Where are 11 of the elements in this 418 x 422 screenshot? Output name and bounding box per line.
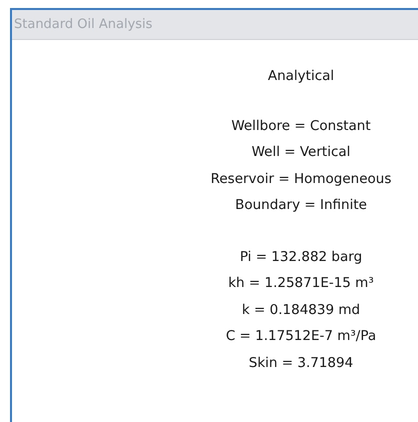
heading: Analytical — [268, 67, 334, 86]
result-line: Pi = 132.882 barg — [240, 248, 362, 266]
model-line: Well = Vertical — [252, 143, 350, 162]
window-title: Standard Oil Analysis — [14, 16, 152, 34]
model-line: Wellbore = Constant — [231, 116, 371, 136]
result-line: Skin = 3.71894 — [248, 354, 354, 372]
model-line: Boundary = Infinite — [235, 196, 367, 215]
result-line: k = 0.184839 md — [242, 300, 360, 320]
model-line: Reservoir = Homogeneous — [210, 170, 392, 188]
result-line: C = 1.17512E-7 m³/Pa — [226, 327, 376, 346]
result-line: kh = 1.25871E-15 m³ — [228, 274, 374, 293]
